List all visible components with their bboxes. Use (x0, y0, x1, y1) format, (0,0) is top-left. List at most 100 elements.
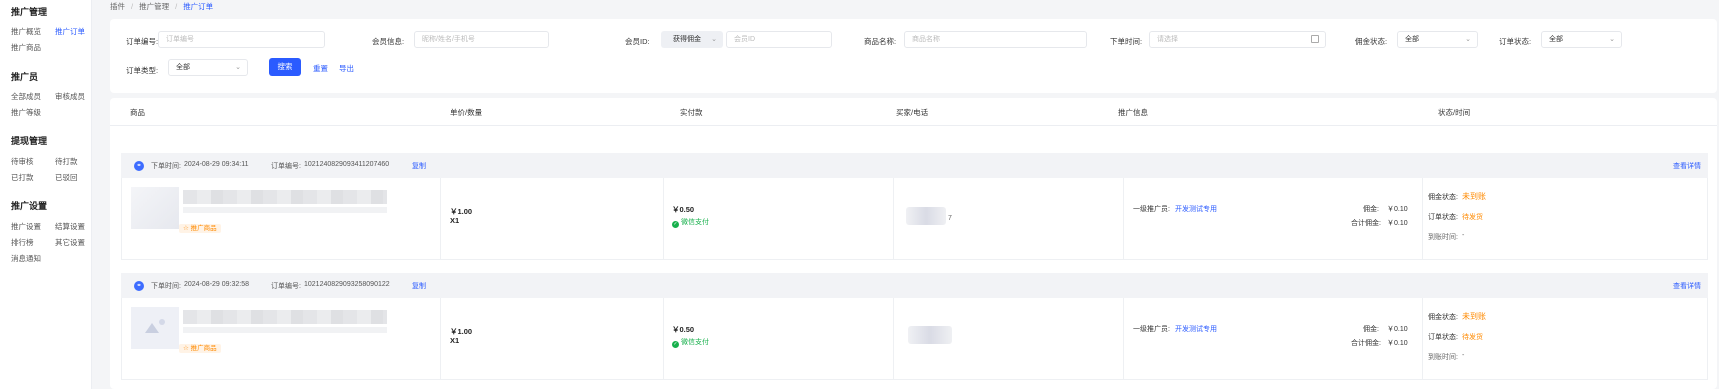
filter-panel: 订单编号: 订单编号 会员信息: 昵称/姓名/手机号 会员ID: 获得佣金 ⌄ … (110, 19, 1717, 93)
order-status-value: 全部 (1549, 36, 1563, 43)
order-no-input[interactable]: 订单编号 (158, 31, 325, 48)
member-info-input[interactable]: 昵称/姓名/手机号 (414, 31, 549, 48)
arrive-time-label: 到账时间: (1428, 234, 1458, 241)
sidebar-item-promo-overview[interactable]: 推广概览 (11, 26, 41, 37)
order-status-select[interactable]: 全部 ⌄ (1541, 31, 1622, 48)
commission-label: 佣金: (1363, 326, 1379, 333)
search-button[interactable]: 搜索 (269, 58, 301, 76)
copy-button[interactable]: 复制 (412, 161, 426, 171)
product-title-redacted (183, 190, 387, 204)
column-header-paid: 实付款 (680, 108, 703, 117)
sidebar-item-promo-goods[interactable]: 推广商品 (11, 42, 41, 53)
wechat-pay-icon: ✓ (672, 341, 679, 348)
product-thumbnail[interactable] (131, 187, 179, 229)
order-status-value: 待发货 (1462, 334, 1483, 341)
total-commission-label: 合计佣金: (1351, 220, 1381, 227)
buyer-info-redacted (908, 326, 952, 344)
commission-status-select[interactable]: 全部 ⌄ (1397, 31, 1478, 48)
arrive-time-label: 到账时间: (1428, 354, 1458, 361)
quantity: X1 (450, 216, 460, 225)
order-time-label: 下单时间: (151, 163, 181, 170)
sidebar-item-leaderboard[interactable]: 排行榜 (11, 237, 34, 248)
sidebar-item-promo-settings[interactable]: 推广设置 (11, 221, 41, 232)
order-no: 1021240829093258090122 (304, 281, 390, 288)
promo-goods-tag: ☆ 推广商品 (179, 344, 221, 353)
order-time-picker[interactable]: 请选择 (1149, 31, 1326, 48)
product-thumbnail[interactable] (131, 307, 179, 349)
promoter-label: 一级推广员: (1133, 326, 1170, 333)
order-status-value: 待发货 (1462, 214, 1483, 221)
order-time: 2024-08-29 09:32:58 (184, 281, 249, 288)
sidebar-item-settlement-settings[interactable]: 结算设置 (55, 221, 85, 232)
commission-status-value: 未到账 (1462, 312, 1486, 321)
pay-method: ✓ 微信支付 (672, 339, 709, 348)
copy-button[interactable]: 复制 (412, 281, 426, 291)
link-icon: ⚭ (134, 281, 144, 291)
order-no-label: 订单编号: (271, 283, 301, 290)
buyer-info-redacted (906, 207, 946, 225)
breadcrumb-promo-management[interactable]: 推广管理 (139, 2, 169, 11)
order-type-label: 订单类型: (126, 66, 159, 75)
sidebar-item-other-settings[interactable]: 其它设置 (55, 237, 85, 248)
commission-status-label: 佣金状态: (1428, 194, 1458, 201)
chevron-down-icon: ⌄ (711, 36, 717, 43)
view-detail-link[interactable]: 查看详情 (1673, 281, 1701, 291)
goods-name-input[interactable]: 商品名称 (904, 31, 1087, 48)
wechat-pay-icon: ✓ (672, 221, 679, 228)
column-header-price-qty: 单价/数量 (450, 108, 483, 117)
commission-value: ￥0.10 (1387, 326, 1408, 333)
member-info-label: 会员信息: (372, 37, 405, 46)
order-card-body: ☆ 推广商品 ￥1.00 X1 ￥0.50 ✓ 微信支付 7 一级推广员: 开发测… (121, 178, 1708, 260)
member-id-label: 会员ID: (625, 37, 650, 46)
sidebar-item-notifications[interactable]: 消息通知 (11, 253, 41, 264)
order-no-label: 订单编号: (271, 163, 301, 170)
order-type-select[interactable]: 全部 ⌄ (168, 59, 248, 76)
order-card-header: ⚭ 下单时间: 2024-08-29 09:32:58 订单编号: 102124… (121, 273, 1708, 298)
total-commission-value: ￥0.10 (1387, 220, 1408, 227)
promoter-name-link[interactable]: 开发测试专用 (1175, 204, 1217, 214)
total-commission-label: 合计佣金: (1351, 340, 1381, 347)
column-header-status-time: 状态/时间 (1438, 108, 1471, 117)
member-id-type-select[interactable]: 获得佣金 ⌄ (661, 31, 723, 48)
buyer-phone-fragment: 7 (948, 215, 952, 222)
product-title-redacted (183, 310, 387, 324)
paid-amount: ￥0.50 (672, 205, 695, 214)
calendar-icon (1311, 35, 1319, 43)
promoter-name-link[interactable]: 开发测试专用 (1175, 324, 1217, 334)
commission-status-label: 佣金状态: (1355, 37, 1388, 46)
breadcrumb-plugins[interactable]: 插件 (110, 2, 125, 11)
chevron-down-icon: ⌄ (1465, 36, 1471, 43)
chevron-down-icon: ⌄ (1609, 36, 1615, 43)
arrive-time-value: - (1462, 232, 1465, 239)
sidebar-item-pending-review[interactable]: 待审核 (11, 156, 34, 167)
commission-status-label: 佣金状态: (1428, 314, 1458, 321)
sidebar-item-pending-payment[interactable]: 待打款 (55, 156, 78, 167)
sidebar-item-promo-orders[interactable]: 推广订单 (55, 26, 85, 37)
order-card-header: ⚭ 下单时间: 2024-08-29 09:34:11 订单编号: 102124… (121, 153, 1708, 178)
sidebar-group-title: 推广管理 (11, 7, 48, 17)
commission-label: 佣金: (1363, 206, 1379, 213)
order-time-placeholder: 请选择 (1157, 36, 1178, 43)
link-icon: ⚭ (134, 161, 144, 171)
sidebar-item-review-members[interactable]: 审核成员 (55, 91, 85, 102)
sidebar-group-title: 推广员 (11, 72, 39, 82)
image-placeholder-icon (145, 323, 159, 333)
sidebar-item-rejected[interactable]: 已驳回 (55, 172, 78, 183)
sidebar-item-promo-levels[interactable]: 推广等级 (11, 107, 41, 118)
sidebar-item-paid[interactable]: 已打款 (11, 172, 34, 183)
column-header-promo-info: 推广信息 (1118, 108, 1148, 117)
sidebar: 推广管理 推广概览 推广订单 推广商品 推广员 全部成员 审核成员 推广等级 提… (0, 0, 92, 389)
promoter-label: 一级推广员: (1133, 206, 1170, 213)
export-button[interactable]: 导出 (339, 63, 354, 74)
breadcrumb-current: 推广订单 (183, 2, 214, 11)
column-header-goods: 商品 (130, 108, 145, 117)
view-detail-link[interactable]: 查看详情 (1673, 161, 1701, 171)
sidebar-item-all-members[interactable]: 全部成员 (11, 91, 41, 102)
reset-button[interactable]: 重置 (313, 63, 328, 74)
promo-goods-tag: ☆ 推广商品 (179, 224, 221, 233)
quantity: X1 (450, 336, 460, 345)
member-id-type-value: 获得佣金 (673, 36, 701, 43)
order-no-label: 订单编号: (126, 37, 159, 46)
order-status-label: 订单状态: (1428, 334, 1458, 341)
member-id-input[interactable]: 会员ID (726, 31, 832, 48)
